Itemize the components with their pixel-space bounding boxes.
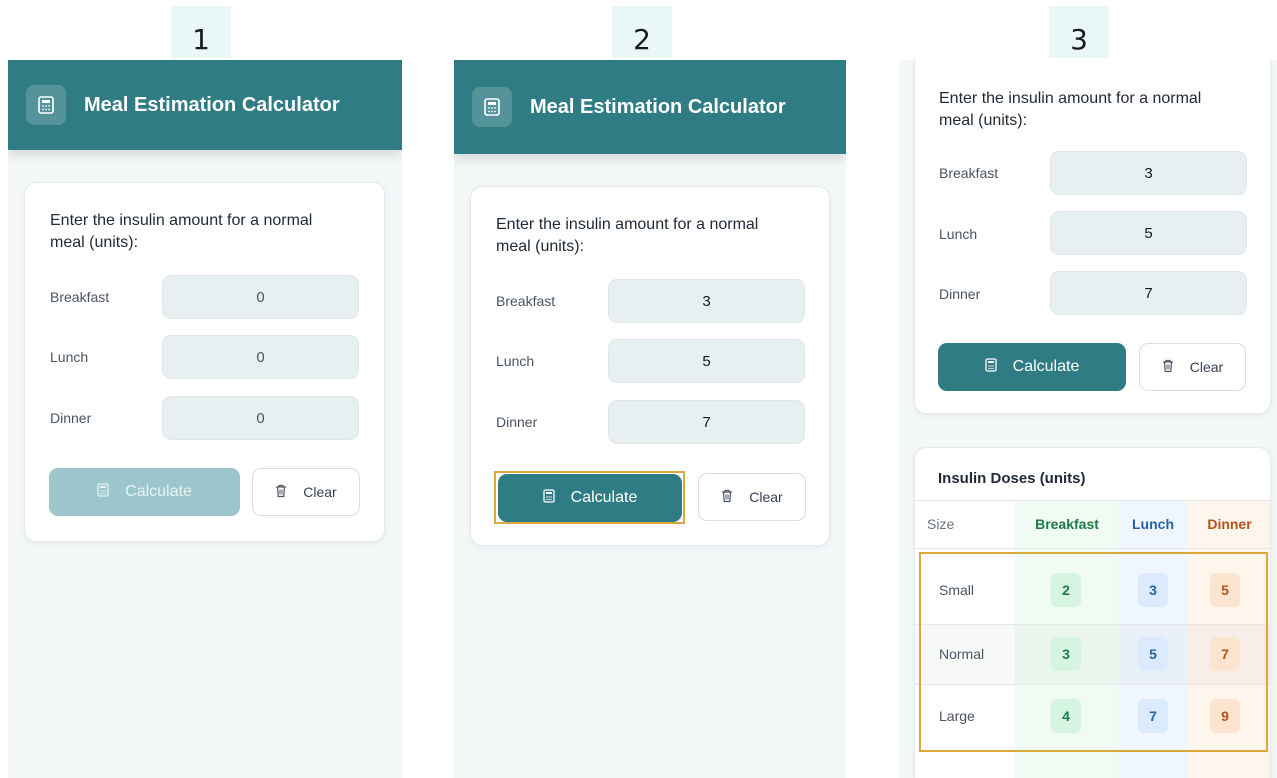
breakfast-label: Breakfast [50, 289, 110, 305]
doses-title: Insulin Doses (units) [938, 470, 1086, 487]
header-breakfast: Breakfast [1035, 516, 1099, 532]
calculator-icon [984, 357, 997, 377]
clear-label: Clear [303, 484, 337, 500]
trash-icon [275, 484, 287, 501]
breakfast-input[interactable]: 0 [162, 275, 359, 319]
trash-icon [721, 489, 733, 506]
prompt-line-2: meal (units): [496, 238, 585, 255]
screen-2: Meal Estimation Calculator Enter the ins… [454, 60, 846, 778]
app-header: Meal Estimation Calculator [8, 60, 402, 150]
calculator-icon [97, 482, 109, 502]
calculate-button[interactable]: Calculate [49, 468, 240, 516]
prompt-line-1: Enter the insulin amount for a normal [939, 90, 1202, 107]
breakfast-label: Breakfast [939, 165, 999, 181]
header-dinner: Dinner [1207, 516, 1252, 532]
insulin-doses-card: Insulin Doses (units) Size Breakfast Lun… [914, 447, 1271, 778]
lunch-label: Lunch [939, 226, 978, 242]
prompt-line-1: Enter the insulin amount for a normal [496, 216, 759, 233]
header-size: Size [927, 516, 955, 532]
prompt-line-2: meal (units): [939, 112, 1028, 129]
lunch-label: Lunch [50, 349, 89, 365]
header-divider-bottom [915, 548, 1270, 549]
dinner-input[interactable]: 7 [608, 400, 805, 444]
calculate-label: Calculate [1012, 358, 1080, 375]
clear-button[interactable]: Clear [1139, 343, 1246, 391]
screen-3: Enter the insulin amount for a normal me… [899, 60, 1277, 778]
calculator-icon [472, 87, 512, 127]
calculate-label: Calculate [570, 489, 638, 506]
calculate-label: Calculate [125, 483, 192, 500]
dinner-label: Dinner [496, 414, 538, 430]
clear-button[interactable]: Clear [698, 473, 806, 521]
meal-input-card: Enter the insulin amount for a normal me… [914, 60, 1271, 414]
lunch-label: Lunch [496, 353, 535, 369]
breakfast-input[interactable]: 3 [608, 279, 805, 323]
app-header: Meal Estimation Calculator [454, 60, 846, 154]
dinner-label: Dinner [939, 286, 981, 302]
lunch-input[interactable]: 0 [162, 335, 359, 379]
app-title: Meal Estimation Calculator [84, 93, 340, 116]
breakfast-input[interactable]: 3 [1050, 151, 1247, 195]
clear-button[interactable]: Clear [252, 468, 360, 516]
calculator-icon [26, 85, 66, 125]
dinner-input[interactable]: 0 [162, 396, 359, 440]
prompt-line-1: Enter the insulin amount for a normal [50, 212, 313, 229]
dinner-label: Dinner [50, 410, 92, 426]
lunch-input[interactable]: 5 [608, 339, 805, 383]
meal-input-card: Enter the insulin amount for a normal me… [470, 186, 830, 546]
calculator-icon [542, 488, 555, 508]
step-number-3: 3 [1049, 6, 1109, 58]
breakfast-label: Breakfast [496, 293, 556, 309]
lunch-input[interactable]: 5 [1050, 211, 1247, 255]
results-highlight [919, 552, 1268, 752]
calculate-button[interactable]: Calculate [498, 474, 682, 522]
clear-label: Clear [1189, 359, 1224, 375]
app-title: Meal Estimation Calculator [530, 95, 786, 118]
step-number-1: 1 [171, 6, 231, 58]
header-lunch: Lunch [1132, 516, 1174, 532]
step-number-2: 2 [612, 6, 672, 58]
dinner-input[interactable]: 7 [1050, 271, 1247, 315]
trash-icon [1162, 359, 1174, 376]
prompt-line-2: meal (units): [50, 234, 139, 251]
calculate-button[interactable]: Calculate [938, 343, 1126, 391]
clear-label: Clear [749, 489, 783, 505]
screen-1: Meal Estimation Calculator Enter the ins… [8, 60, 402, 778]
meal-input-card: Enter the insulin amount for a normal me… [24, 182, 385, 542]
